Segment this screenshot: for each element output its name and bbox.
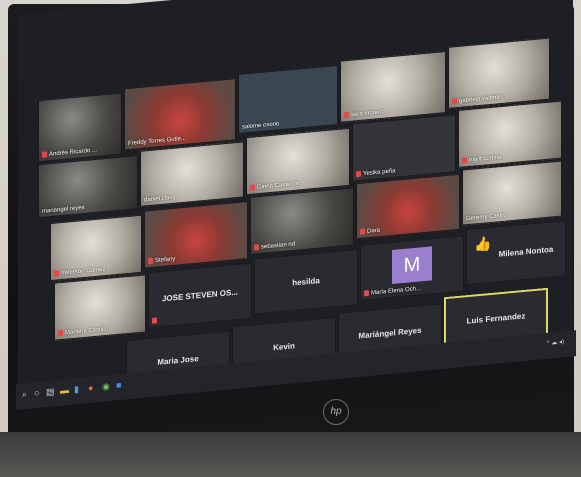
participant-tile[interactable]: nayit cortina [458, 100, 562, 168]
participant-name: gabriela valentin... [459, 94, 508, 105]
participant-tile[interactable]: JOSE STEVEN OS... [148, 262, 252, 329]
participant-name: Mariana Castillo [65, 326, 109, 337]
participant-name: sara moreno [351, 109, 385, 119]
participant-name: Yesika peña [363, 168, 396, 178]
participant-name: salome osorio [242, 121, 280, 131]
participant-name: Stefany [155, 256, 176, 265]
participant-name: Kevin [273, 341, 295, 353]
participant-name: María Elena Och... [371, 286, 422, 297]
participant-tile[interactable]: Freddy Torres Gutie... [124, 78, 236, 151]
hp-logo: hp [323, 399, 349, 425]
mic-muted-icon [42, 151, 47, 159]
participant-tile[interactable]: sara moreno [340, 51, 446, 123]
participant-tile[interactable]: sebastian nd [250, 187, 354, 255]
laptop-photo: Andrés Ricardo ... Freddy Torres Gutie..… [0, 0, 581, 477]
mic-muted-icon [58, 330, 63, 337]
mic-muted-icon [364, 290, 369, 297]
search-icon[interactable]: ⌕ [22, 389, 27, 400]
chrome-icon[interactable]: ◉ [102, 381, 110, 393]
participant-name: daniel clavij [144, 194, 176, 204]
participant-name: Milena Nontoa [498, 244, 554, 259]
mic-muted-icon [250, 184, 255, 192]
mic-muted-icon [344, 112, 349, 119]
participant-tile[interactable]: M María Elena Och... [360, 235, 464, 301]
mic-muted-icon [152, 317, 157, 325]
mail-icon[interactable]: ● [88, 383, 93, 394]
keyboard-area [0, 432, 581, 477]
participant-name: JOSE STEVEN OS... [161, 287, 239, 304]
participant-name: Ginna Calderón [257, 181, 300, 192]
avatar: M [392, 246, 432, 284]
participant-tile[interactable]: mariangel reyes [38, 155, 138, 219]
system-tray[interactable]: ^ ☁ ◂) [547, 338, 564, 347]
participant-tile[interactable]: Andrés Ricardo ... [38, 92, 122, 163]
participant-tile[interactable]: daniel clavij [140, 141, 244, 207]
participant-name: mariangel reyes [42, 204, 85, 215]
participant-name: Geremy Castro [466, 212, 507, 223]
edge-icon[interactable]: ▬ [60, 385, 69, 396]
participant-name: Andrés Ricardo ... [49, 147, 98, 159]
participant-tile[interactable]: Dara [356, 173, 460, 240]
participant-name: Luis Fernandez [466, 311, 526, 326]
participant-tile[interactable]: Geremy Castro [462, 160, 562, 226]
participant-name: Yeferson Gómez [61, 267, 106, 278]
zoom-icon[interactable]: ■ [116, 380, 121, 391]
file-explorer-icon[interactable]: ▤ [46, 386, 55, 398]
participant-name: sebastian nd [261, 241, 296, 251]
mic-muted-icon [452, 98, 457, 105]
participant-tile[interactable]: Stefany [144, 201, 248, 269]
participant-name: Freddy Torres Gutie... [128, 135, 186, 147]
mic-muted-icon [54, 270, 59, 278]
participant-tile[interactable]: hesilda [254, 249, 358, 315]
participant-tile[interactable]: Yesika peña [352, 114, 456, 182]
participant-tile[interactable]: 👍 Milena Nontoa [466, 220, 566, 286]
participant-name: hesilda [292, 276, 320, 288]
participant-name: Dara [367, 228, 381, 236]
participant-tile[interactable]: gabriela valentin... [448, 37, 550, 109]
participant-name: nayit cortina [469, 155, 502, 164]
participant-tile[interactable]: Yeferson Gómez [50, 214, 142, 282]
participant-tile[interactable]: Mariana Castillo [54, 274, 146, 341]
mic-muted-icon [356, 171, 361, 178]
participant-tile[interactable]: salome osorio [238, 64, 338, 134]
mic-muted-icon [254, 244, 259, 251]
participant-tile[interactable]: Ginna Calderón [246, 127, 350, 196]
mic-muted-icon [148, 258, 153, 265]
task-view-icon[interactable]: ○ [34, 388, 39, 399]
participant-name: Mariángel Reyes [358, 325, 422, 341]
mic-muted-icon [360, 228, 365, 236]
store-icon[interactable]: ▮ [74, 384, 79, 395]
mic-muted-icon [462, 157, 467, 165]
